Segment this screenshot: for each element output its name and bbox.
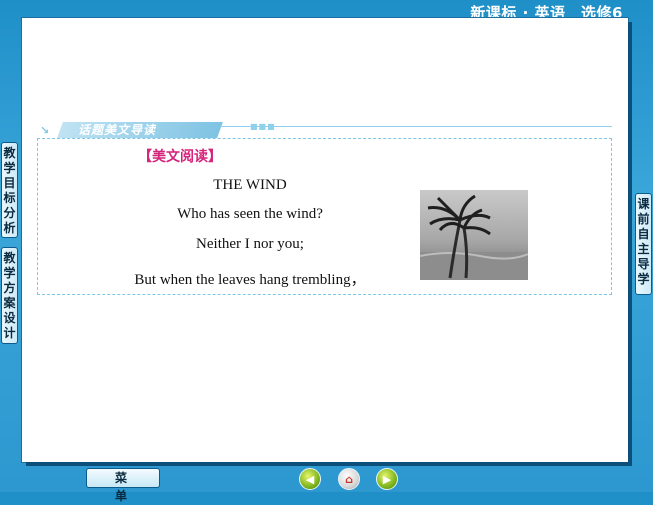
banner-divider (220, 126, 612, 127)
palm-trees-photo (420, 190, 528, 280)
previous-icon[interactable]: ◀ (299, 468, 321, 490)
section-heading: 【美文阅读】 (138, 149, 222, 165)
poem-line: Who has seen the wind? (177, 206, 323, 222)
arrow-icon: ↘ (40, 124, 50, 137)
tab-teaching-plan[interactable]: 教学方案设计 (1, 247, 18, 344)
tab-pre-class-study[interactable]: 课前自主导学 (635, 193, 652, 295)
poem-line: Neither I nor you; (196, 236, 304, 252)
next-icon[interactable]: ▶ (376, 468, 398, 490)
home-icon[interactable]: ⌂ (338, 468, 360, 490)
tab-teaching-objectives[interactable]: 教学目标分析 (1, 142, 18, 238)
menu-button[interactable]: 菜单 (86, 468, 160, 503)
banner-label: 话题美文导读 (78, 123, 157, 137)
palm-trees-icon (420, 194, 528, 280)
poem-line: But when the leaves hang trembling， (134, 272, 366, 288)
poem-title: THE WIND (213, 177, 287, 193)
banner-dots: ■■■ (250, 122, 276, 131)
